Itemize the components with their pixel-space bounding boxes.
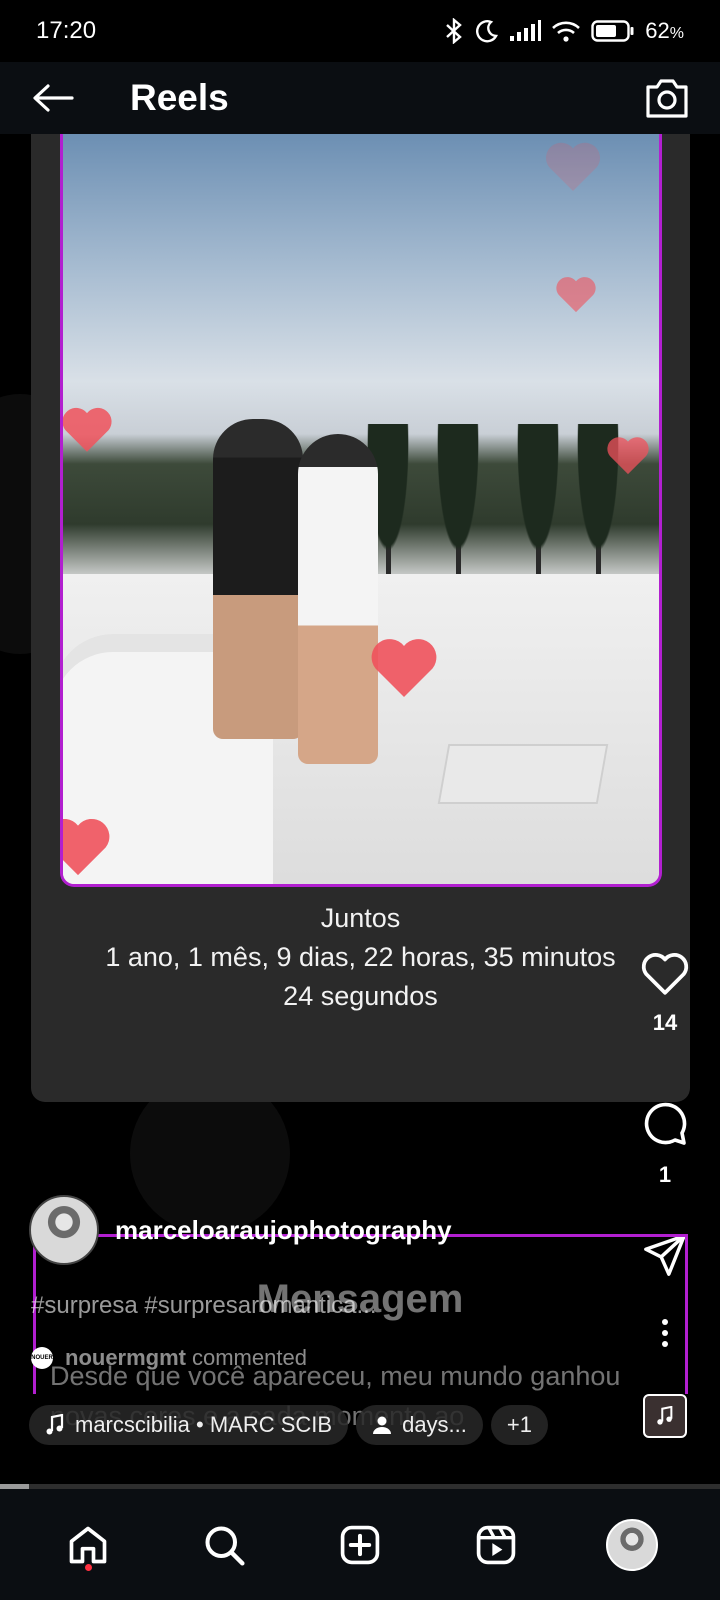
deck-hatch (437, 744, 609, 804)
heart-icon (371, 639, 437, 697)
bluetooth-icon (446, 18, 463, 44)
reel-pills: marcscibilia • MARC SCIB days... +1 (29, 1405, 548, 1445)
heart-icon (63, 407, 112, 452)
status-icons: 62% (443, 18, 684, 44)
tagged-people-label: days... (402, 1412, 467, 1437)
caption-heading: Juntos (320, 903, 401, 933)
battery-icon (591, 20, 634, 42)
author-username[interactable]: marceloaraujophotography (115, 1215, 452, 1246)
nav-profile[interactable] (602, 1515, 662, 1575)
audio-thumbnail[interactable] (643, 1394, 687, 1438)
comment-action: 1 (610, 1100, 720, 1188)
page-title: Reels (130, 77, 229, 118)
reels-icon (476, 1525, 516, 1564)
caption-seconds: 24 segundos (283, 981, 438, 1011)
heart-icon (607, 437, 649, 475)
author-row[interactable]: marceloaraujophotography (29, 1195, 452, 1265)
music-note-icon (657, 1406, 673, 1425)
status-bar: 17:20 62% (0, 0, 720, 62)
caption-duration: 1 ano, 1 mês, 9 dias, 22 horas, 35 minut… (105, 942, 616, 972)
profile-avatar (606, 1518, 658, 1571)
heart-icon (556, 277, 596, 313)
woman-figure (298, 434, 378, 764)
signal-icon (510, 20, 542, 41)
heart-icon (545, 142, 601, 191)
nav-search[interactable] (194, 1515, 254, 1575)
person-icon (373, 1416, 392, 1434)
camera-button[interactable] (642, 73, 692, 123)
nav-create[interactable] (330, 1515, 390, 1575)
arrow-left-icon (33, 84, 74, 112)
heart-outline-icon (641, 953, 689, 995)
audio-pill[interactable]: marcscibilia • MARC SCIB (29, 1405, 349, 1445)
reels-header: Reels (0, 62, 720, 134)
camera-icon (646, 79, 688, 118)
man-figure (213, 419, 303, 739)
music-note-icon (46, 1414, 64, 1435)
bottom-navigation (0, 1489, 720, 1600)
author-avatar[interactable] (29, 1195, 99, 1265)
like-count: 14 (652, 1010, 678, 1035)
tagged-people-pill[interactable]: days... (356, 1405, 483, 1445)
battery-percent: 62% (645, 18, 684, 43)
notification-dot (85, 1563, 92, 1571)
do-not-disturb-moon-icon (476, 20, 499, 43)
love-counter-card: Juntos 1 ano, 1 mês, 9 dias, 22 horas, 3… (31, 134, 690, 1102)
time-together-caption: Juntos 1 ano, 1 mês, 9 dias, 22 horas, 3… (31, 899, 690, 1016)
search-icon (205, 1525, 245, 1566)
comment-bubble-icon (644, 1102, 687, 1145)
message-overlay-title: Mensagem (256, 1277, 464, 1321)
back-button[interactable] (28, 73, 78, 123)
wifi-icon (552, 21, 581, 42)
plus-square-icon (340, 1525, 380, 1564)
nav-home[interactable] (58, 1515, 118, 1575)
comment-count: 1 (658, 1162, 672, 1187)
home-icon (69, 1526, 107, 1563)
like-button[interactable]: 14 (640, 950, 690, 1036)
nav-reels[interactable] (466, 1515, 526, 1575)
action-rail: 14 (610, 950, 720, 1036)
couple-photo (60, 134, 662, 887)
audio-label: marcscibilia • MARC SCIB (75, 1412, 333, 1437)
heart-icon (63, 818, 110, 876)
status-time: 17:20 (36, 17, 97, 44)
more-tags-label: +1 (506, 1412, 532, 1437)
comment-button[interactable]: 1 (640, 1100, 690, 1188)
more-tags-pill[interactable]: +1 (490, 1405, 548, 1445)
